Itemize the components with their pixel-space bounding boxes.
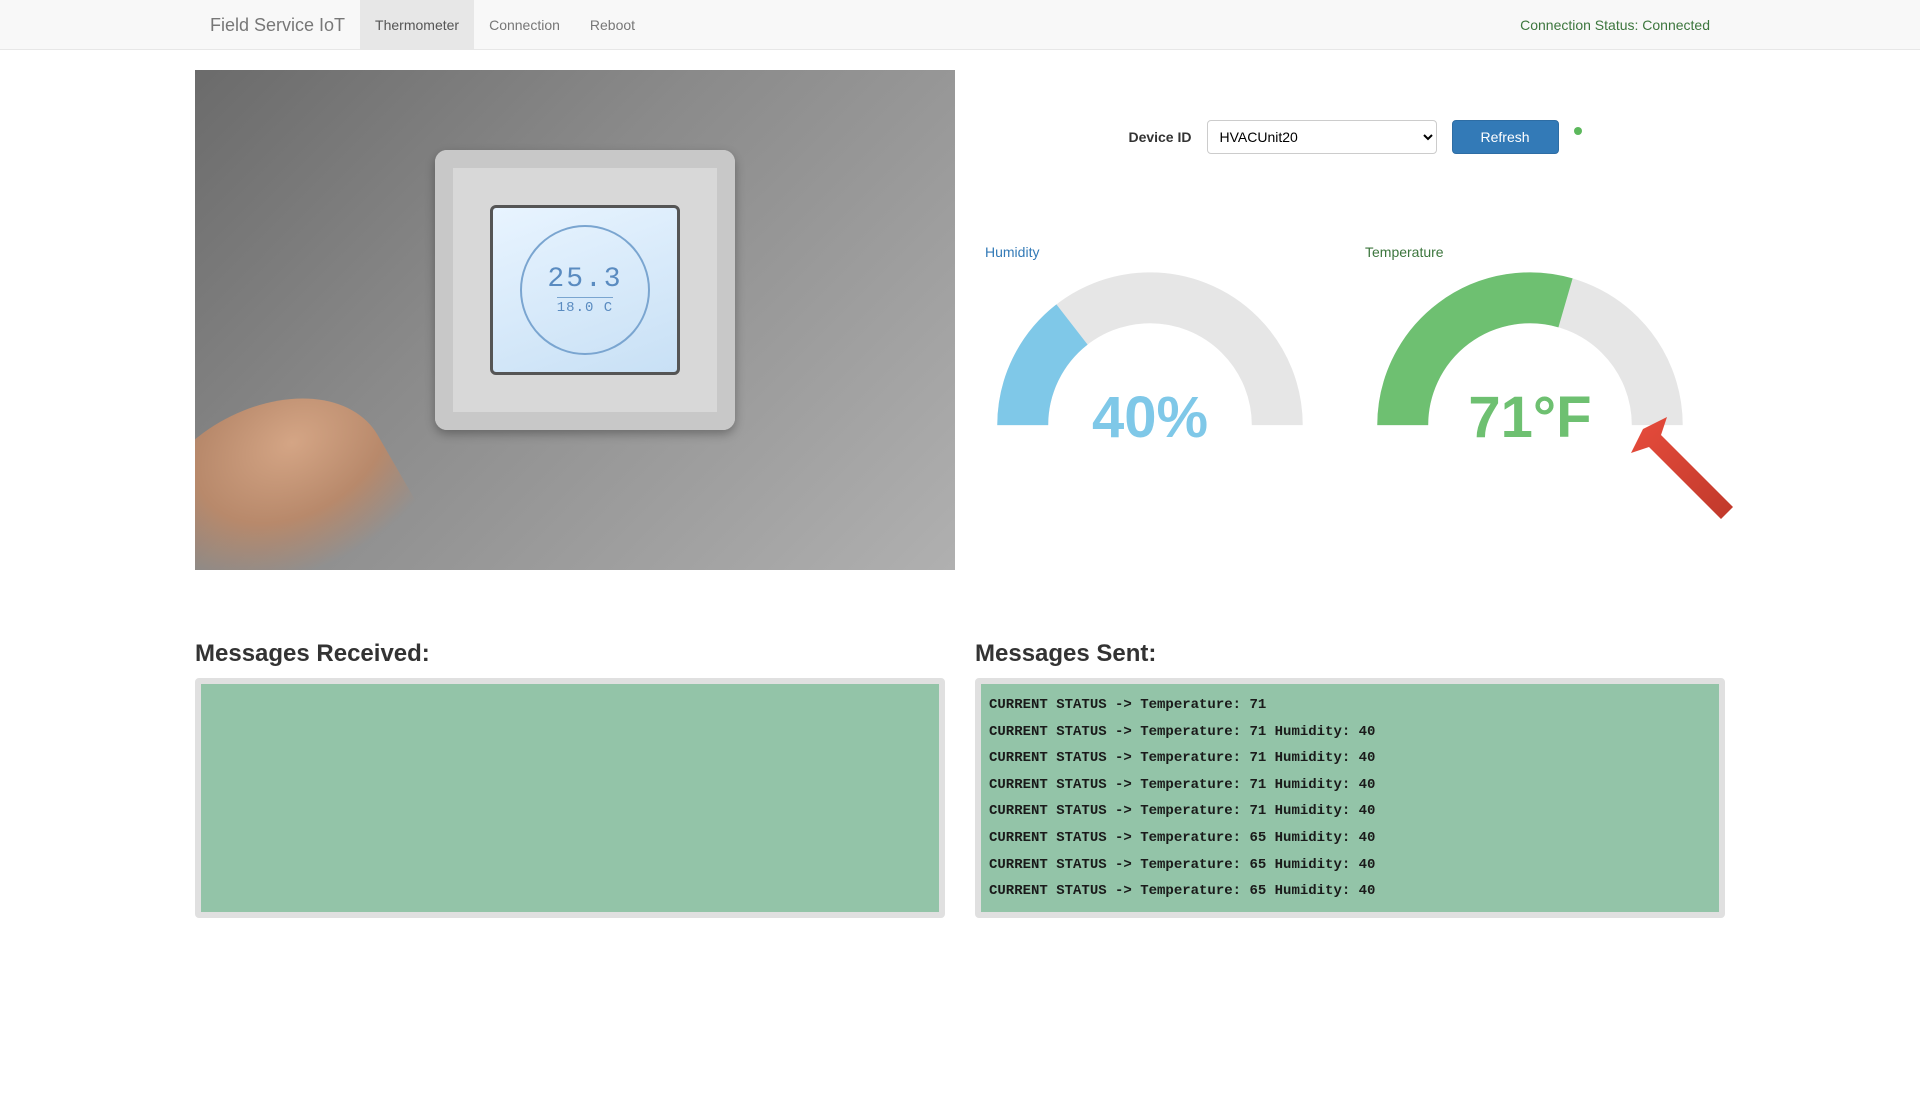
refresh-button[interactable]: Refresh xyxy=(1452,120,1559,154)
sent-message-line: CURRENT STATUS -> Temperature: 71 xyxy=(989,692,1711,719)
sent-message-line: CURRENT STATUS -> Temperature: 65 Humidi… xyxy=(989,825,1711,852)
sent-message-line: CURRENT STATUS -> Temperature: 65 Humidi… xyxy=(989,852,1711,879)
tab-thermometer-label: Thermometer xyxy=(360,0,474,50)
sent-message-line: CURRENT STATUS -> Temperature: 65 Humidi… xyxy=(989,878,1711,905)
tab-reboot-label: Reboot xyxy=(575,0,650,50)
temperature-title: Temperature xyxy=(1365,244,1695,260)
device-controls: Device ID HVACUnit20 Refresh xyxy=(985,120,1725,154)
temperature-gauge: 71°F xyxy=(1365,266,1695,441)
tab-reboot[interactable]: Reboot xyxy=(575,0,650,49)
sent-message-line: CURRENT STATUS -> Temperature: 71 Humidi… xyxy=(989,719,1711,746)
sent-message-line: CURRENT STATUS -> Temperature: 71 Humidi… xyxy=(989,798,1711,825)
photo-temp-big: 25.3 xyxy=(547,264,622,295)
status-indicator-dot xyxy=(1574,127,1582,135)
device-id-select[interactable]: HVACUnit20 xyxy=(1207,120,1437,154)
humidity-title: Humidity xyxy=(985,244,1315,260)
humidity-gauge-block: Humidity 40% xyxy=(985,244,1315,441)
sent-message-line: CURRENT STATUS -> Temperature: 71 Humidi… xyxy=(989,772,1711,799)
messages-sent-title: Messages Sent: xyxy=(975,640,1725,668)
thermostat-photo: 25.3 18.0 C xyxy=(195,70,955,570)
humidity-value: 40% xyxy=(985,384,1315,451)
tab-connection-label: Connection xyxy=(474,0,575,50)
connection-status: Connection Status: Connected xyxy=(1505,2,1725,48)
messages-received-box[interactable] xyxy=(195,678,945,918)
tab-thermometer[interactable]: Thermometer xyxy=(360,0,474,49)
messages-sent-box[interactable]: CURRENT STATUS -> Temperature: 71CURRENT… xyxy=(975,678,1725,918)
messages-received-title: Messages Received: xyxy=(195,640,945,668)
temperature-gauge-block: Temperature 71°F xyxy=(1365,244,1695,441)
photo-temp-small: 18.0 C xyxy=(557,297,613,316)
humidity-gauge: 40% xyxy=(985,266,1315,441)
temperature-value: 71°F xyxy=(1365,384,1695,451)
sent-message-line: CURRENT STATUS -> Temperature: 71 Humidi… xyxy=(989,745,1711,772)
nav-tabs: Thermometer Connection Reboot xyxy=(360,0,650,49)
device-id-label: Device ID xyxy=(1128,129,1191,145)
navbar: Field Service IoT Thermometer Connection… xyxy=(0,0,1920,50)
tab-connection[interactable]: Connection xyxy=(474,0,575,49)
brand: Field Service IoT xyxy=(195,0,360,50)
